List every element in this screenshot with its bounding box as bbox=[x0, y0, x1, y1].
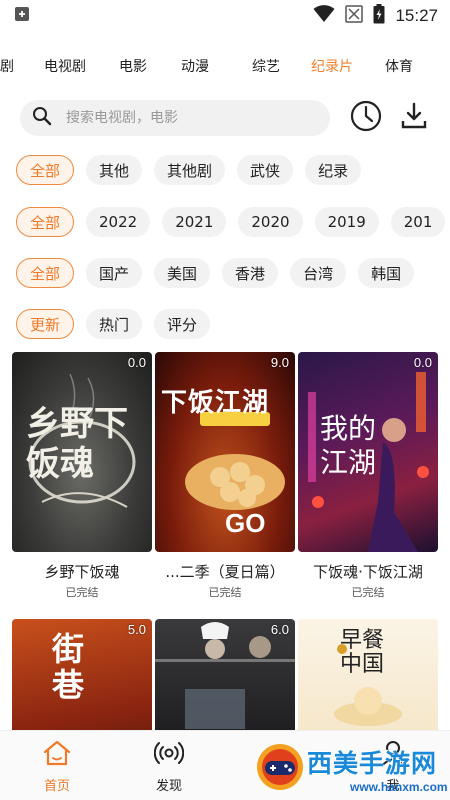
score-badge: 5.0 bbox=[127, 622, 146, 637]
poster-title: 下饭江湖 bbox=[161, 388, 270, 418]
poster-title: 乡野下饭魂 bbox=[26, 404, 128, 484]
history-button[interactable] bbox=[348, 100, 384, 136]
home-icon bbox=[42, 739, 72, 771]
watermark-url: www.hanxm.com bbox=[350, 780, 448, 794]
sort-latest[interactable]: 更新 bbox=[16, 309, 75, 339]
filter-genre-all[interactable]: 全部 bbox=[16, 155, 75, 185]
nav-discover[interactable]: 发现 bbox=[124, 731, 214, 800]
tab-tv-series[interactable]: 电视剧 bbox=[42, 56, 88, 76]
filter-genre-documentary[interactable]: 纪录 bbox=[305, 155, 362, 185]
search-icon bbox=[32, 106, 52, 130]
filter-region-usa[interactable]: 美国 bbox=[154, 258, 211, 288]
wifi-icon bbox=[313, 4, 335, 28]
filter-region: 全部 国产 美国 香港 台湾 韩国 bbox=[16, 258, 450, 288]
filter-year-2019[interactable]: 2019 bbox=[314, 207, 379, 237]
nav-home[interactable]: 首页 bbox=[12, 731, 102, 800]
tab-documentary[interactable]: 纪录片 bbox=[309, 56, 355, 76]
download-button[interactable] bbox=[396, 100, 432, 136]
filter-region-hongkong[interactable]: 香港 bbox=[222, 258, 279, 288]
status-bar: 15:27 bbox=[0, 0, 450, 32]
card-status: 已完结 bbox=[351, 586, 385, 599]
card-item[interactable]: 我的江湖 0.0 下饭魂·下饭江湖 已完结 bbox=[298, 352, 438, 600]
score-badge: 0.0 bbox=[127, 355, 146, 370]
card-item[interactable]: GO 下饭江湖 9.0 ...二季（夏日篇） 已完结 bbox=[155, 352, 295, 600]
card-item[interactable]: 乡野下饭魂 0.0 乡野下饭魂 已完结 bbox=[12, 352, 152, 600]
filter-year-2020[interactable]: 2020 bbox=[238, 207, 303, 237]
tab-partial[interactable]: 剧 bbox=[0, 56, 14, 76]
notification-icon bbox=[14, 6, 30, 26]
search-row bbox=[20, 100, 440, 136]
filter-region-taiwan[interactable]: 台湾 bbox=[290, 258, 347, 288]
poster-title: 早餐中国 bbox=[340, 628, 385, 677]
clock-icon bbox=[350, 100, 382, 136]
sort-popular[interactable]: 热门 bbox=[86, 309, 143, 339]
search-bar[interactable] bbox=[20, 100, 330, 136]
search-input[interactable] bbox=[66, 110, 306, 126]
filter-genre-wuxia[interactable]: 武侠 bbox=[237, 155, 294, 185]
tab-anime[interactable]: 动漫 bbox=[179, 56, 211, 76]
score-badge: 6.0 bbox=[270, 622, 289, 637]
nav-label: 首页 bbox=[43, 778, 70, 794]
tab-variety[interactable]: 综艺 bbox=[250, 56, 282, 76]
filter-region-all[interactable]: 全部 bbox=[16, 258, 75, 288]
card-status: 已完结 bbox=[65, 586, 99, 599]
score-badge: 9.0 bbox=[270, 355, 289, 370]
sort-rating[interactable]: 评分 bbox=[154, 309, 211, 339]
filter-region-china[interactable]: 国产 bbox=[86, 258, 143, 288]
nav-label: 发现 bbox=[155, 778, 182, 794]
filter-region-korea[interactable]: 韩国 bbox=[358, 258, 415, 288]
svg-text:GO: GO bbox=[225, 508, 265, 538]
tab-movies[interactable]: 电影 bbox=[117, 56, 149, 76]
poster-image: GO 下饭江湖 9.0 bbox=[155, 352, 295, 552]
poster-image: 乡野下饭魂 0.0 bbox=[12, 352, 152, 552]
filter-year-all[interactable]: 全部 bbox=[16, 207, 75, 237]
card-title: 乡野下饭魂 bbox=[44, 563, 120, 581]
poster-title: 我的江湖 bbox=[320, 412, 377, 479]
filter-genre-other[interactable]: 其他 bbox=[86, 155, 143, 185]
filter-year: 全部 2022 2021 2020 2019 201 bbox=[16, 207, 450, 237]
filter-sort: 更新 热门 评分 bbox=[16, 309, 450, 339]
battery-icon bbox=[373, 3, 385, 29]
watermark: 西美手游网 www.hanxm.com bbox=[255, 738, 450, 800]
category-tabs: 剧 电视剧 电影 动漫 综艺 纪录片 体育 bbox=[0, 48, 450, 84]
gamepad-logo bbox=[255, 742, 305, 796]
filter-genre: 全部 其他 其他剧 武侠 纪录 bbox=[16, 155, 450, 185]
poster-image: 我的江湖 0.0 bbox=[298, 352, 438, 552]
filter-year-2022[interactable]: 2022 bbox=[86, 207, 151, 237]
tab-sports[interactable]: 体育 bbox=[383, 56, 415, 76]
card-title: 下饭魂·下饭江湖 bbox=[313, 563, 423, 581]
score-badge: 0.0 bbox=[413, 355, 432, 370]
download-icon bbox=[400, 102, 428, 134]
status-time: 15:27 bbox=[395, 6, 438, 25]
no-signal-icon bbox=[345, 4, 364, 28]
filter-year-2021[interactable]: 2021 bbox=[162, 207, 227, 237]
watermark-text: 西美手游网 bbox=[307, 749, 438, 778]
broadcast-icon bbox=[153, 739, 185, 771]
card-status: 已完结 bbox=[208, 586, 242, 599]
filter-genre-other-drama[interactable]: 其他剧 bbox=[154, 155, 226, 185]
poster-title: 街巷 bbox=[52, 630, 85, 704]
card-title: ...二季（夏日篇） bbox=[165, 563, 285, 581]
filter-year-partial[interactable]: 201 bbox=[390, 207, 446, 237]
